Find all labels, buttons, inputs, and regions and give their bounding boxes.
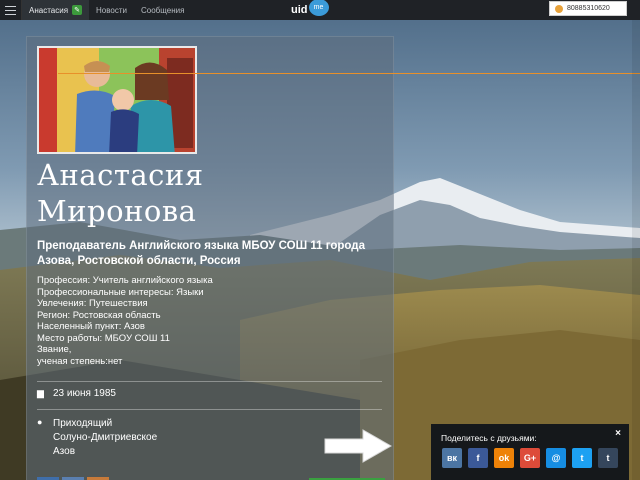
- location-row: ● Приходящий Солуно-Дмитриевское Азов: [37, 417, 157, 459]
- site-logo[interactable]: uid me: [291, 0, 329, 20]
- logo-badge: me: [308, 0, 329, 16]
- page-scrollbar[interactable]: [632, 20, 640, 480]
- nav-item-label: Сообщения: [141, 5, 185, 15]
- account-id-box[interactable]: 80885310620: [549, 1, 627, 16]
- nav-item-label: Новости: [96, 5, 127, 15]
- location-line: Приходящий: [53, 418, 113, 429]
- share-buttons: вк f ok G+ @ t t: [442, 448, 618, 468]
- pencil-icon[interactable]: ✎: [72, 5, 83, 15]
- odnoklassniki-icon[interactable]: ok: [494, 448, 514, 468]
- location-line: Солуно-Дмитриевское: [53, 432, 158, 443]
- vk-icon[interactable]: вк: [442, 448, 462, 468]
- twitter-icon[interactable]: t: [572, 448, 592, 468]
- facebook-icon[interactable]: f: [468, 448, 488, 468]
- guide-line: [58, 73, 640, 74]
- nav-item-profile[interactable]: Анастасия ✎: [22, 0, 90, 20]
- info-line: Населенный пункт: Азов: [37, 321, 145, 332]
- tumblr-icon[interactable]: t: [598, 448, 618, 468]
- profile-first-name: Анастасия: [37, 158, 204, 192]
- cake-icon: ▆: [37, 388, 44, 398]
- profile-panel: Анастасия Миронова Преподаватель Английс…: [26, 36, 394, 480]
- divider: [37, 381, 382, 382]
- info-line: Увлечения: Путешествия: [37, 298, 148, 309]
- google-plus-icon[interactable]: G+: [520, 448, 540, 468]
- profile-headline: Преподаватель Английского языка МБОУ СОШ…: [37, 240, 365, 267]
- info-line: Регион: Ростовская область: [37, 309, 161, 321]
- info-line: Профессиональные интересы: Языки: [37, 286, 204, 298]
- logo-text: uid: [291, 4, 308, 16]
- info-line: ученая степень:нет: [37, 355, 123, 367]
- info-line: Место работы: МБОУ СОШ 11: [37, 332, 170, 344]
- info-line: Профессия: Учитель английского языка: [37, 275, 213, 286]
- close-icon[interactable]: ×: [615, 428, 621, 439]
- mailru-icon[interactable]: @: [546, 448, 566, 468]
- nav-item-messages[interactable]: Сообщения: [134, 0, 191, 20]
- profile-photo[interactable]: [37, 46, 197, 154]
- nav-item-label: Анастасия: [29, 5, 69, 15]
- hamburger-icon[interactable]: [0, 0, 22, 20]
- profile-last-name: Миронова: [37, 194, 197, 228]
- info-line: Звание,: [37, 344, 72, 355]
- account-id: 80885310620: [567, 5, 610, 12]
- birthday-date: 23 июня 1985: [53, 388, 116, 399]
- user-icon: [555, 4, 563, 13]
- location-line: Азов: [53, 446, 76, 457]
- share-title: Поделитесь с друзьями:: [441, 433, 537, 443]
- profile-name: Анастасия Миронова: [37, 157, 204, 229]
- arrow-right-icon: [324, 429, 393, 463]
- profile-info: Профессия: Учитель английского языка Про…: [37, 275, 387, 367]
- divider: [37, 409, 382, 410]
- share-widget: Поделитесь с друзьями: × вк f ok G+ @ t …: [431, 424, 629, 480]
- map-pin-icon: ●: [37, 417, 43, 427]
- nav-item-news[interactable]: Новости: [89, 0, 134, 20]
- birthday-row: ▆ 23 июня 1985: [37, 388, 116, 399]
